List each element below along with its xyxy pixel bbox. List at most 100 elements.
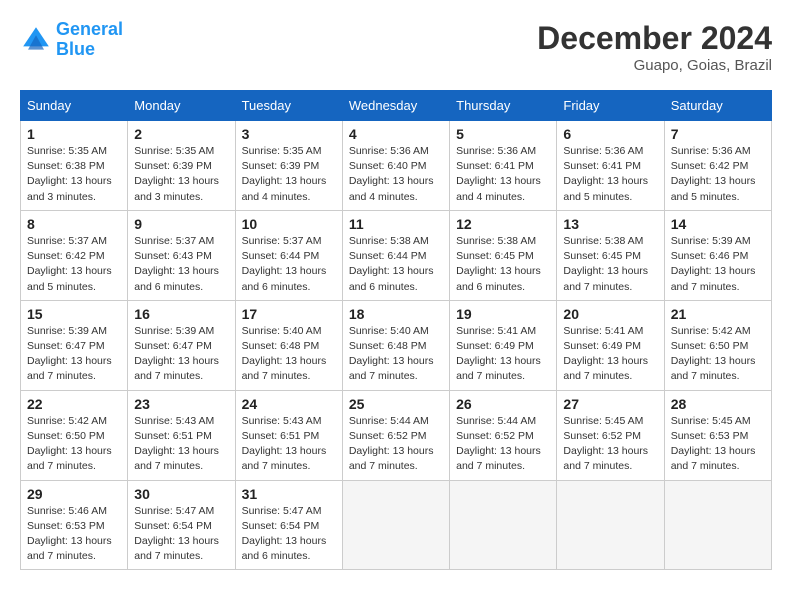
day-info: Sunrise: 5:45 AM Sunset: 6:53 PM Dayligh… bbox=[671, 414, 765, 475]
day-info: Sunrise: 5:40 AM Sunset: 6:48 PM Dayligh… bbox=[349, 324, 443, 385]
day-info: Sunrise: 5:38 AM Sunset: 6:45 PM Dayligh… bbox=[456, 234, 550, 295]
logo-line1: General bbox=[56, 19, 123, 39]
location: Guapo, Goias, Brazil bbox=[537, 57, 772, 74]
week-row-2: 8 Sunrise: 5:37 AM Sunset: 6:42 PM Daylig… bbox=[21, 210, 772, 300]
empty-cell bbox=[342, 480, 449, 570]
week-row-1: 1 Sunrise: 5:35 AM Sunset: 6:38 PM Daylig… bbox=[21, 121, 772, 211]
day-number: 22 bbox=[27, 396, 121, 412]
day-cell-2: 2Sunrise: 5:35 AM Sunset: 6:39 PM Daylig… bbox=[128, 121, 235, 211]
day-info: Sunrise: 5:47 AM Sunset: 6:54 PM Dayligh… bbox=[134, 504, 228, 565]
day-info: Sunrise: 5:38 AM Sunset: 6:44 PM Dayligh… bbox=[349, 234, 443, 295]
day-cell-22: 22 Sunrise: 5:42 AM Sunset: 6:50 PM Dayli… bbox=[21, 390, 128, 480]
empty-cell bbox=[557, 480, 664, 570]
day-number: 21 bbox=[671, 306, 765, 322]
week-row-3: 15 Sunrise: 5:39 AM Sunset: 6:47 PM Dayli… bbox=[21, 300, 772, 390]
page-header: General Blue December 2024 Guapo, Goias,… bbox=[20, 20, 772, 74]
weekday-header-saturday: Saturday bbox=[664, 91, 771, 121]
day-cell-15: 15Sunrise: 5:39 AM Sunset: 6:47 PM Dayli… bbox=[21, 300, 128, 390]
day-number: 8 bbox=[27, 216, 121, 232]
day-cell-24: 24 Sunrise: 5:43 AM Sunset: 6:51 PM Dayli… bbox=[235, 390, 342, 480]
day-number: 24 bbox=[242, 396, 336, 412]
day-number: 3 bbox=[242, 126, 336, 142]
day-number: 19 bbox=[456, 306, 550, 322]
day-number: 29 bbox=[27, 486, 121, 502]
calendar: SundayMondayTuesdayWednesdayThursdayFrid… bbox=[20, 90, 772, 570]
day-number: 25 bbox=[349, 396, 443, 412]
day-cell-6: 6 Sunrise: 5:36 AM Sunset: 6:41 PM Daylig… bbox=[557, 121, 664, 211]
day-info: Sunrise: 5:35 AM Sunset: 6:39 PM Dayligh… bbox=[134, 144, 228, 205]
day-number: 26 bbox=[456, 396, 550, 412]
day-info: Sunrise: 5:43 AM Sunset: 6:51 PM Dayligh… bbox=[242, 414, 336, 475]
day-number: 23 bbox=[134, 396, 228, 412]
day-info: Sunrise: 5:42 AM Sunset: 6:50 PM Dayligh… bbox=[671, 324, 765, 385]
logo: General Blue bbox=[20, 20, 123, 60]
day-info: Sunrise: 5:39 AM Sunset: 6:46 PM Dayligh… bbox=[671, 234, 765, 295]
day-cell-5: 5Sunrise: 5:36 AM Sunset: 6:41 PM Daylig… bbox=[450, 121, 557, 211]
day-info: Sunrise: 5:44 AM Sunset: 6:52 PM Dayligh… bbox=[349, 414, 443, 475]
day-number: 18 bbox=[349, 306, 443, 322]
day-info: Sunrise: 5:41 AM Sunset: 6:49 PM Dayligh… bbox=[456, 324, 550, 385]
day-cell-28: 28Sunrise: 5:45 AM Sunset: 6:53 PM Dayli… bbox=[664, 390, 771, 480]
day-cell-20: 20 Sunrise: 5:41 AM Sunset: 6:49 PM Dayli… bbox=[557, 300, 664, 390]
empty-cell bbox=[450, 480, 557, 570]
day-cell-3: 3 Sunrise: 5:35 AM Sunset: 6:39 PM Daylig… bbox=[235, 121, 342, 211]
day-number: 7 bbox=[671, 126, 765, 142]
day-info: Sunrise: 5:37 AM Sunset: 6:44 PM Dayligh… bbox=[242, 234, 336, 295]
day-cell-26: 26Sunrise: 5:44 AM Sunset: 6:52 PM Dayli… bbox=[450, 390, 557, 480]
month-title: December 2024 bbox=[537, 20, 772, 57]
day-number: 31 bbox=[242, 486, 336, 502]
day-info: Sunrise: 5:36 AM Sunset: 6:41 PM Dayligh… bbox=[563, 144, 657, 205]
empty-cell bbox=[664, 480, 771, 570]
day-info: Sunrise: 5:39 AM Sunset: 6:47 PM Dayligh… bbox=[134, 324, 228, 385]
day-info: Sunrise: 5:43 AM Sunset: 6:51 PM Dayligh… bbox=[134, 414, 228, 475]
day-info: Sunrise: 5:35 AM Sunset: 6:38 PM Dayligh… bbox=[27, 144, 121, 205]
day-cell-18: 18 Sunrise: 5:40 AM Sunset: 6:48 PM Dayli… bbox=[342, 300, 449, 390]
day-info: Sunrise: 5:35 AM Sunset: 6:39 PM Dayligh… bbox=[242, 144, 336, 205]
title-block: December 2024 Guapo, Goias, Brazil bbox=[537, 20, 772, 74]
day-info: Sunrise: 5:45 AM Sunset: 6:52 PM Dayligh… bbox=[563, 414, 657, 475]
weekday-header-thursday: Thursday bbox=[450, 91, 557, 121]
logo-line2: Blue bbox=[56, 39, 95, 59]
day-number: 14 bbox=[671, 216, 765, 232]
day-cell-1: 1 Sunrise: 5:35 AM Sunset: 6:38 PM Daylig… bbox=[21, 121, 128, 211]
day-number: 1 bbox=[27, 126, 121, 142]
day-info: Sunrise: 5:42 AM Sunset: 6:50 PM Dayligh… bbox=[27, 414, 121, 475]
weekday-header-row: SundayMondayTuesdayWednesdayThursdayFrid… bbox=[21, 91, 772, 121]
weekday-header-sunday: Sunday bbox=[21, 91, 128, 121]
day-number: 5 bbox=[456, 126, 550, 142]
day-cell-12: 12 Sunrise: 5:38 AM Sunset: 6:45 PM Dayli… bbox=[450, 210, 557, 300]
day-number: 13 bbox=[563, 216, 657, 232]
weekday-header-monday: Monday bbox=[128, 91, 235, 121]
day-cell-16: 16Sunrise: 5:39 AM Sunset: 6:47 PM Dayli… bbox=[128, 300, 235, 390]
day-number: 4 bbox=[349, 126, 443, 142]
day-info: Sunrise: 5:37 AM Sunset: 6:42 PM Dayligh… bbox=[27, 234, 121, 295]
logo-text: General Blue bbox=[56, 20, 123, 60]
day-cell-21: 21 Sunrise: 5:42 AM Sunset: 6:50 PM Dayli… bbox=[664, 300, 771, 390]
day-info: Sunrise: 5:36 AM Sunset: 6:40 PM Dayligh… bbox=[349, 144, 443, 205]
day-info: Sunrise: 5:36 AM Sunset: 6:42 PM Dayligh… bbox=[671, 144, 765, 205]
day-number: 15 bbox=[27, 306, 121, 322]
day-cell-14: 14 Sunrise: 5:39 AM Sunset: 6:46 PM Dayli… bbox=[664, 210, 771, 300]
day-cell-23: 23 Sunrise: 5:43 AM Sunset: 6:51 PM Dayli… bbox=[128, 390, 235, 480]
day-cell-7: 7 Sunrise: 5:36 AM Sunset: 6:42 PM Daylig… bbox=[664, 121, 771, 211]
logo-icon bbox=[20, 24, 52, 56]
day-cell-27: 27Sunrise: 5:45 AM Sunset: 6:52 PM Dayli… bbox=[557, 390, 664, 480]
day-info: Sunrise: 5:41 AM Sunset: 6:49 PM Dayligh… bbox=[563, 324, 657, 385]
day-cell-4: 4 Sunrise: 5:36 AM Sunset: 6:40 PM Daylig… bbox=[342, 121, 449, 211]
day-cell-25: 25 Sunrise: 5:44 AM Sunset: 6:52 PM Dayli… bbox=[342, 390, 449, 480]
day-number: 12 bbox=[456, 216, 550, 232]
day-number: 9 bbox=[134, 216, 228, 232]
day-info: Sunrise: 5:40 AM Sunset: 6:48 PM Dayligh… bbox=[242, 324, 336, 385]
day-cell-11: 11 Sunrise: 5:38 AM Sunset: 6:44 PM Dayli… bbox=[342, 210, 449, 300]
day-info: Sunrise: 5:37 AM Sunset: 6:43 PM Dayligh… bbox=[134, 234, 228, 295]
week-row-4: 22 Sunrise: 5:42 AM Sunset: 6:50 PM Dayli… bbox=[21, 390, 772, 480]
day-cell-13: 13Sunrise: 5:38 AM Sunset: 6:45 PM Dayli… bbox=[557, 210, 664, 300]
weekday-header-tuesday: Tuesday bbox=[235, 91, 342, 121]
day-cell-10: 10 Sunrise: 5:37 AM Sunset: 6:44 PM Dayli… bbox=[235, 210, 342, 300]
day-number: 10 bbox=[242, 216, 336, 232]
day-number: 6 bbox=[563, 126, 657, 142]
day-number: 20 bbox=[563, 306, 657, 322]
week-row-5: 29Sunrise: 5:46 AM Sunset: 6:53 PM Dayli… bbox=[21, 480, 772, 570]
day-cell-8: 8 Sunrise: 5:37 AM Sunset: 6:42 PM Daylig… bbox=[21, 210, 128, 300]
day-number: 11 bbox=[349, 216, 443, 232]
